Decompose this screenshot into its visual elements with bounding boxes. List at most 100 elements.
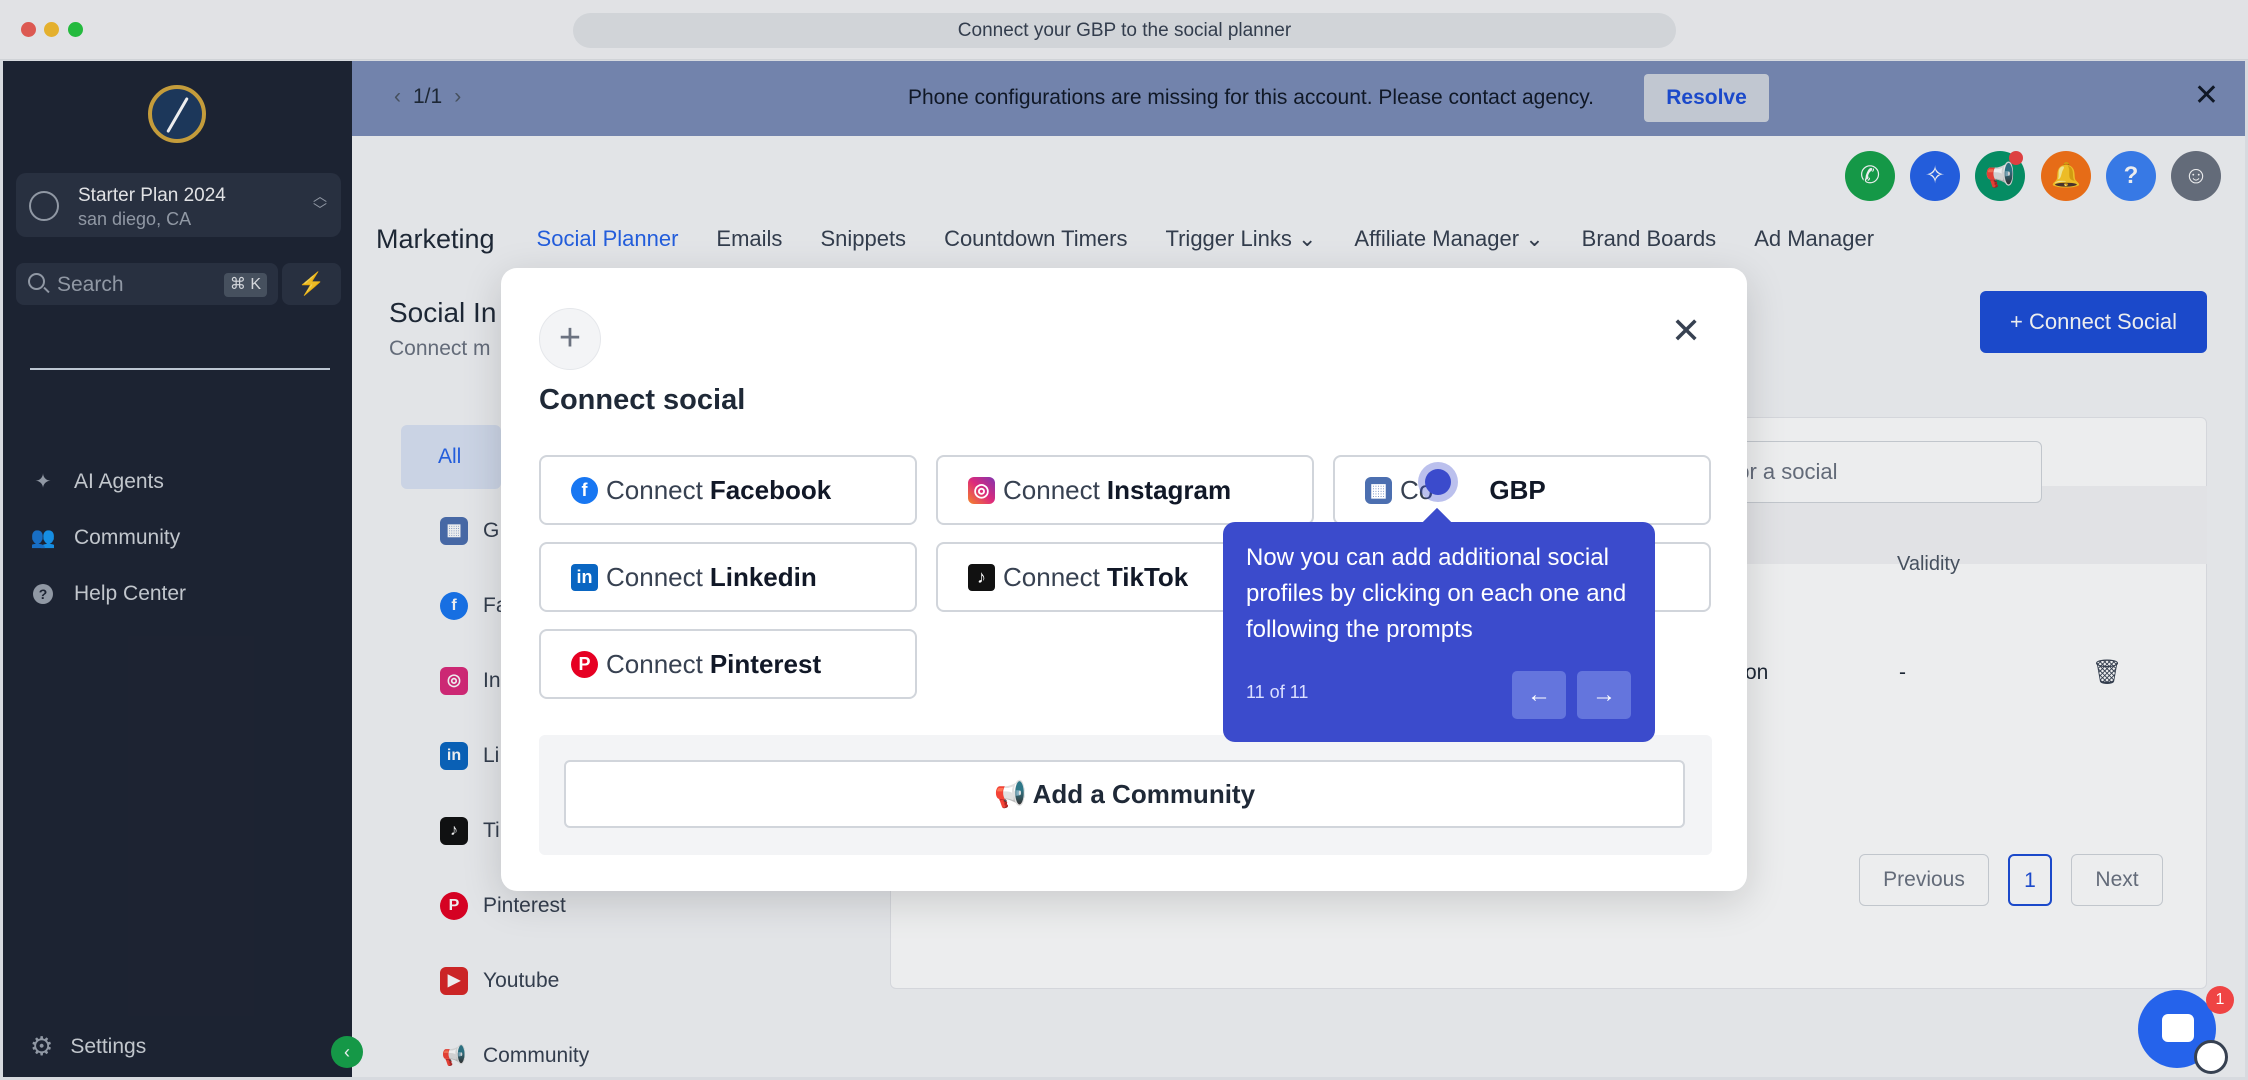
tab-social-planner[interactable]: Social Planner (537, 226, 679, 252)
chevron-right-icon[interactable]: › (454, 85, 461, 108)
tooltip-previous-button[interactable]: ← (1512, 671, 1566, 719)
add-community-button[interactable]: 📢 Add a Community (564, 760, 1685, 828)
help-icon[interactable]: ? (2106, 151, 2156, 201)
sidebar: Starter Plan 2024 san diego, CA ︿ ﹀ Searc… (3, 61, 352, 1077)
tab-brand-boards[interactable]: Brand Boards (1582, 226, 1717, 252)
connect-facebook-button[interactable]: f Connect Facebook (539, 455, 917, 525)
table-cell-validity: - (1899, 661, 1906, 684)
section-title: Marketing (376, 223, 495, 254)
account-switcher[interactable]: Starter Plan 2024 san diego, CA ︿ ﹀ (16, 173, 341, 237)
page-number-button[interactable]: 1 (2008, 854, 2052, 906)
linkedin-icon: in (571, 563, 598, 591)
connect-pinterest-button[interactable]: P Connect Pinterest (539, 629, 917, 699)
avatar[interactable]: ☺ (2171, 151, 2221, 201)
search-icon (28, 273, 45, 290)
page-title: Social In (389, 297, 497, 328)
close-icon[interactable]: ✕ (1671, 313, 1701, 349)
tab-countdown-timers[interactable]: Countdown Timers (944, 226, 1127, 252)
sidebar-item-label: Help Center (74, 582, 187, 605)
plus-icon: + (539, 308, 601, 370)
sidebar-search-input[interactable]: Search ⌘ K (16, 263, 278, 305)
filter-instagram[interactable]: ◎ In (440, 667, 501, 695)
sidebar-item-label: AI Agents (74, 470, 164, 493)
quick-actions-button[interactable]: ⚡ (282, 263, 341, 305)
tab-ad-manager[interactable]: Ad Manager (1754, 226, 1874, 252)
phone-icon[interactable]: ✆ (1845, 151, 1895, 201)
sidebar-item-ai-agents[interactable]: ✦ AI Agents (30, 467, 164, 497)
account-name: Starter Plan 2024 (78, 185, 226, 206)
connect-social-button[interactable]: + Connect Social (1980, 291, 2207, 353)
megaphone-icon: 📢 (993, 779, 1027, 809)
arrow-right-icon: → (1592, 681, 1616, 708)
sparkles-icon: ✦ (34, 471, 52, 493)
gbp-icon: ▦ (440, 517, 468, 545)
arrow-left-icon: ← (1527, 681, 1551, 708)
filter-gbp[interactable]: ▦ GI (440, 517, 505, 545)
next-page-button[interactable]: Next (2071, 854, 2163, 906)
gear-icon: ⚙ (30, 1031, 54, 1061)
page-subtitle: Connect m (389, 337, 491, 360)
pinterest-icon: P (440, 892, 468, 920)
tour-highlight-beacon (1418, 462, 1458, 502)
table-cell-status: on (1745, 661, 1769, 684)
settings-label: Settings (70, 1034, 147, 1058)
sidebar-item-settings[interactable]: ⚙ Settings (30, 1031, 146, 1062)
community-section: 📢 Add a Community (539, 735, 1712, 855)
resolve-button[interactable]: Resolve (1644, 74, 1769, 122)
youtube-icon: ▶ (440, 967, 468, 995)
column-header-validity: Validity (1897, 553, 1960, 575)
sidebar-item-help-center[interactable]: ? Help Center (30, 579, 186, 609)
chevron-left-icon[interactable]: ‹ (394, 85, 401, 108)
tooltip-text: Now you can add additional social profil… (1246, 544, 1627, 643)
minimize-window-button[interactable] (44, 22, 59, 37)
sidebar-item-community[interactable]: 👥 Community (30, 523, 181, 553)
filter-community[interactable]: 📢 Community (440, 1042, 590, 1070)
tooltip-next-button[interactable]: → (1577, 671, 1631, 719)
window-title: Connect your GBP to the social planner (573, 13, 1676, 48)
filter-facebook[interactable]: f Fa (440, 592, 508, 620)
instagram-icon: ◎ (968, 476, 995, 504)
collapse-sidebar-button[interactable]: ‹ (331, 1036, 363, 1068)
banner-message: Phone configurations are missing for thi… (908, 86, 1594, 109)
help-icon: ? (33, 584, 53, 604)
instagram-icon: ◎ (440, 667, 468, 695)
tab-trigger-links[interactable]: Trigger Links ⌄ (1165, 226, 1316, 252)
warning-banner: ‹ 1/1 › Phone configurations are missing f… (352, 61, 2245, 136)
ai-sparkle-icon[interactable]: ✧ (1910, 151, 1960, 201)
tab-snippets[interactable]: Snippets (820, 226, 906, 252)
sidebar-divider (30, 368, 330, 370)
maximize-window-button[interactable] (68, 22, 83, 37)
filter-youtube[interactable]: ▶ Youtube (440, 967, 559, 995)
search-shortcut: ⌘ K (223, 273, 267, 297)
connect-linkedin-button[interactable]: in Connect Linkedin (539, 542, 917, 612)
close-icon[interactable]: ✕ (2194, 81, 2219, 111)
bell-icon[interactable]: 🔔 (2041, 151, 2091, 201)
filter-pinterest[interactable]: P Pinterest (440, 892, 566, 920)
filter-linkedin[interactable]: in Li (440, 742, 499, 770)
sidebar-item-label: Community (74, 526, 181, 549)
megaphone-icon[interactable]: 📢 (1975, 151, 2025, 201)
search-placeholder: Search (57, 273, 124, 296)
chevron-updown-icon: ︿ ﹀ (313, 188, 327, 218)
account-location: san diego, CA (78, 209, 192, 229)
filter-all[interactable]: All (401, 425, 501, 489)
tab-affiliate-manager[interactable]: Affiliate Manager ⌄ (1354, 226, 1543, 252)
facebook-icon: f (440, 592, 468, 620)
modal-title: Connect social (539, 384, 746, 416)
tour-tooltip: Now you can add additional social profil… (1223, 522, 1655, 742)
chat-unread-badge: 1 (2206, 986, 2234, 1014)
banner-pager: ‹ 1/1 › (394, 85, 462, 108)
filter-tiktok[interactable]: ♪ Ti (440, 817, 500, 845)
tooltip-step-counter: 11 of 11 (1246, 682, 1309, 702)
gbp-icon: ▦ (1365, 476, 1392, 504)
connect-gbp-button[interactable]: ▦ ConectGBP (1333, 455, 1711, 525)
close-window-button[interactable] (21, 22, 36, 37)
tab-emails[interactable]: Emails (716, 226, 782, 252)
chat-widget-button[interactable]: 1 (2138, 986, 2234, 1074)
connect-instagram-button[interactable]: ◎ Connect Instagram (936, 455, 1314, 525)
trash-icon[interactable]: 🗑 (2092, 658, 2122, 687)
previous-page-button[interactable]: Previous (1859, 854, 1989, 906)
top-navigation: Marketing Social Planner Emails Snippets… (376, 219, 1912, 259)
app-logo[interactable] (148, 85, 206, 143)
chat-bubble-icon (2162, 1014, 2194, 1042)
